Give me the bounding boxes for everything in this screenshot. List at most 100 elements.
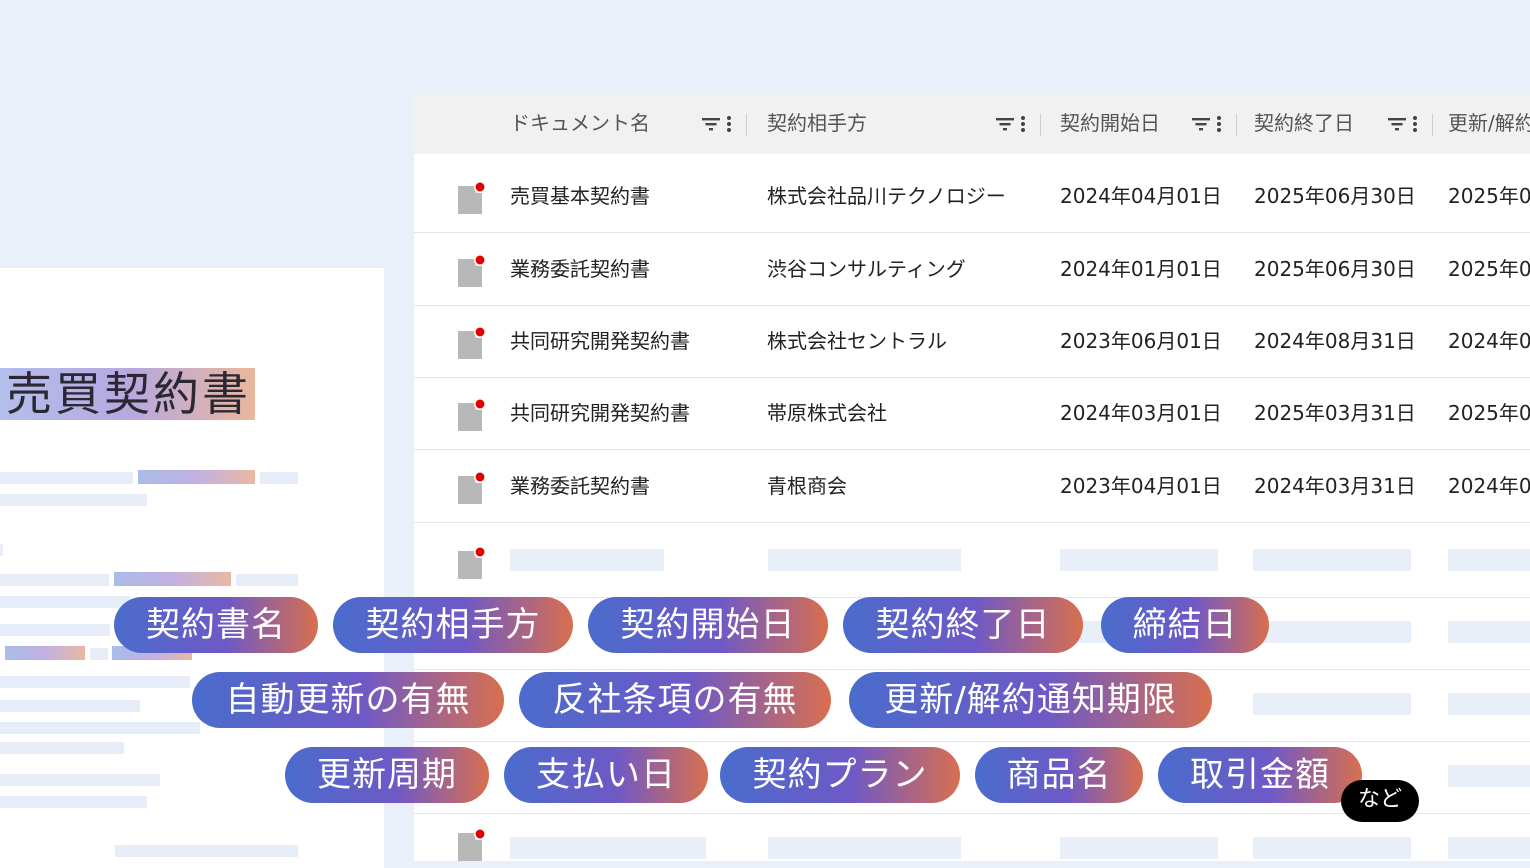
tag-chip: 契約相手方: [333, 597, 573, 653]
cell-notice-deadline: 2025年0: [1448, 184, 1530, 208]
placeholder-bar: [1448, 693, 1530, 715]
more-badge: など: [1341, 780, 1419, 822]
document-icon: [458, 547, 486, 579]
cell-notice-deadline: 2024年0: [1448, 329, 1530, 353]
more-options-icon[interactable]: [726, 112, 732, 136]
placeholder-bar: [1253, 621, 1411, 643]
cell-counterparty: 株式会社セントラル: [767, 329, 947, 353]
placeholder-bar: [1060, 837, 1218, 859]
more-options-icon[interactable]: [1216, 112, 1222, 136]
cell-start-date: 2023年04月01日: [1060, 474, 1222, 498]
placeholder-bar: [768, 837, 961, 859]
tag-chip: 契約書名: [114, 597, 318, 653]
cell-document-name[interactable]: 売買基本契約書: [510, 160, 650, 232]
table-row[interactable]: 共同研究開発契約書 株式会社セントラル 2023年06月01日 2024年08月…: [414, 305, 1530, 378]
placeholder-bar: [1448, 621, 1530, 643]
column-divider[interactable]: [1432, 114, 1433, 136]
placeholder-bar: [1448, 549, 1530, 571]
column-header-document-name[interactable]: ドキュメント名: [510, 94, 650, 154]
tag-chip: 契約終了日: [843, 597, 1083, 653]
placeholder-bar: [1253, 549, 1411, 571]
text-line: [0, 624, 110, 636]
column-header-notice-deadline[interactable]: 更新/解約: [1448, 94, 1530, 154]
filter-icon[interactable]: [1388, 112, 1406, 136]
cell-counterparty: 青根商会: [767, 474, 847, 498]
text-line: [0, 574, 109, 586]
column-header-end-date[interactable]: 契約終了日: [1254, 94, 1354, 154]
text-line: [0, 796, 147, 808]
text-line: [0, 544, 3, 556]
placeholder-bar: [1448, 837, 1530, 859]
placeholder-bar: [1448, 765, 1530, 787]
document-preview-title: 売買契約書: [0, 368, 255, 420]
text-line: [0, 742, 124, 754]
cell-counterparty: 帯原株式会社: [767, 401, 887, 425]
cell-notice-deadline: 2024年0: [1448, 474, 1530, 498]
tag-chip: 商品名: [975, 747, 1143, 803]
table-row[interactable]: 業務委託契約書 渋谷コンサルティング 2024年01月01日 2025年06月3…: [414, 233, 1530, 306]
placeholder-row: [414, 525, 1530, 598]
document-icon: [458, 829, 486, 861]
filter-icon[interactable]: [1192, 112, 1210, 136]
text-line: [0, 472, 133, 484]
cell-end-date: 2024年08月31日: [1254, 329, 1416, 353]
tag-chip: 更新周期: [285, 747, 489, 803]
document-icon: [458, 182, 486, 214]
text-line: [0, 596, 130, 608]
cell-counterparty: 渋谷コンサルティング: [767, 257, 966, 281]
tag-chip: 契約プラン: [720, 747, 960, 803]
tag-chip: 自動更新の有無: [192, 672, 504, 728]
text-line: [90, 648, 108, 660]
cell-document-name[interactable]: 業務委託契約書: [510, 233, 650, 305]
table-row[interactable]: 共同研究開発契約書 帯原株式会社 2024年03月01日 2025年03月31日…: [414, 377, 1530, 450]
tag-chip: 取引金額: [1158, 747, 1362, 803]
cell-end-date: 2025年03月31日: [1254, 401, 1416, 425]
cell-start-date: 2024年03月01日: [1060, 401, 1222, 425]
cell-notice-deadline: 2025年0: [1448, 257, 1530, 281]
column-header-start-date[interactable]: 契約開始日: [1060, 94, 1160, 154]
cell-start-date: 2024年01月01日: [1060, 257, 1222, 281]
filter-icon[interactable]: [702, 112, 720, 136]
highlighted-text-line: [114, 572, 231, 586]
text-line: [0, 494, 147, 506]
column-divider[interactable]: [1236, 114, 1237, 136]
document-icon: [458, 255, 486, 287]
placeholder-bar: [1253, 693, 1411, 715]
tag-chip: 締結日: [1101, 597, 1269, 653]
cell-document-name[interactable]: 共同研究開発契約書: [510, 305, 690, 377]
more-options-icon[interactable]: [1020, 112, 1026, 136]
text-line: [0, 700, 140, 712]
cell-start-date: 2023年06月01日: [1060, 329, 1222, 353]
text-line: [115, 845, 298, 857]
cell-document-name[interactable]: 業務委託契約書: [510, 450, 650, 522]
cell-notice-deadline: 2025年0: [1448, 401, 1530, 425]
cell-document-name[interactable]: 共同研究開発契約書: [510, 377, 690, 449]
text-line: [0, 722, 200, 734]
table-header: ドキュメント名 契約相手方 契約開始日 契約終了日 更新/解約: [414, 94, 1530, 154]
column-header-counterparty[interactable]: 契約相手方: [767, 94, 867, 154]
column-divider[interactable]: [1040, 114, 1041, 136]
highlighted-text-line: [138, 470, 255, 484]
document-icon: [458, 472, 486, 504]
text-line: [0, 774, 160, 786]
more-options-icon[interactable]: [1412, 112, 1418, 136]
filter-icon[interactable]: [996, 112, 1014, 136]
column-divider[interactable]: [746, 114, 747, 136]
cell-end-date: 2025年06月30日: [1254, 257, 1416, 281]
table-row[interactable]: 売買基本契約書 株式会社品川テクノロジー 2024年04月01日 2025年06…: [414, 160, 1530, 233]
tag-chip: 反社条項の有無: [519, 672, 831, 728]
text-line: [236, 574, 298, 586]
cell-start-date: 2024年04月01日: [1060, 184, 1222, 208]
placeholder-bar: [510, 837, 706, 859]
cell-end-date: 2025年06月30日: [1254, 184, 1416, 208]
document-icon: [458, 399, 486, 431]
document-icon: [458, 327, 486, 359]
cell-counterparty: 株式会社品川テクノロジー: [767, 184, 1006, 208]
tag-chip: 契約開始日: [588, 597, 828, 653]
contract-table: ドキュメント名 契約相手方 契約開始日 契約終了日 更新/解約 売買基本契約書 …: [414, 94, 1530, 861]
highlighted-text-line: [5, 646, 85, 660]
table-row[interactable]: 業務委託契約書 青根商会 2023年04月01日 2024年03月31日 202…: [414, 450, 1530, 523]
placeholder-bar: [768, 549, 961, 571]
placeholder-bar: [1253, 837, 1411, 859]
text-line: [0, 676, 190, 688]
